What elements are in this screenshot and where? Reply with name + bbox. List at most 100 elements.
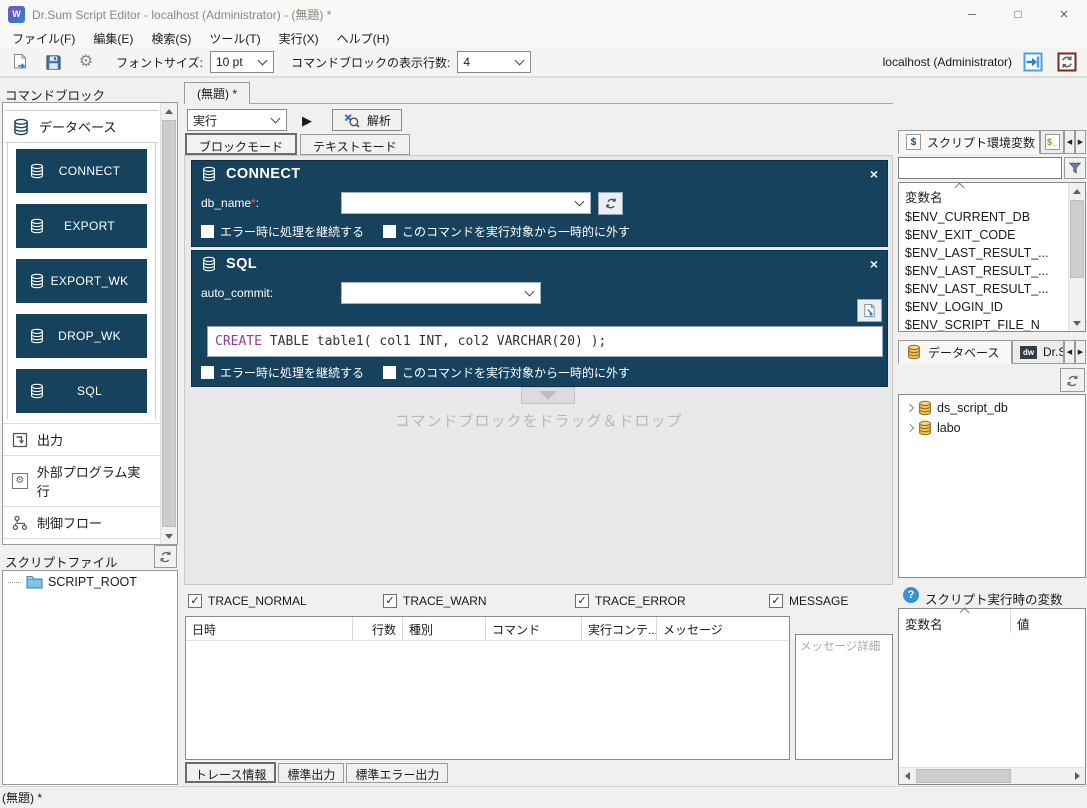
sql-command-block[interactable]: SQL × auto_commit: $_SQL_AUTO_COMMIT_ON …: [191, 250, 888, 387]
scroll-up-icon[interactable]: [1069, 183, 1085, 199]
runtime-vars-table[interactable]: 変数名 値: [898, 608, 1086, 785]
menu-search[interactable]: 検索(S): [142, 28, 200, 49]
scroll-right-icon[interactable]: [1069, 768, 1085, 784]
tab-scroll-right-button[interactable]: ▶: [1075, 340, 1086, 364]
expander-icon[interactable]: [906, 404, 914, 412]
reconnect-button[interactable]: [1020, 50, 1046, 74]
tab-block-mode[interactable]: ブロックモード: [185, 133, 297, 155]
font-size-select[interactable]: 10 pt: [210, 51, 274, 73]
db-name-select[interactable]: "ds_script_db": [341, 192, 591, 214]
section-control-flow[interactable]: 制御フロー: [3, 506, 160, 538]
trace-normal-checkbox[interactable]: ✓ TRACE_NORMAL: [188, 594, 307, 608]
sql-preview-button[interactable]: [857, 299, 882, 322]
env-var-item[interactable]: $ENV_LOGIN_ID: [899, 298, 1068, 316]
env-var-item[interactable]: $ENV_EXIT_CODE: [899, 226, 1068, 244]
expander-icon[interactable]: [906, 424, 914, 432]
database-tree[interactable]: ds_script_db labo: [898, 394, 1086, 578]
command-block-button-drop-wk[interactable]: DROP_WK: [16, 314, 147, 358]
menu-help[interactable]: ヘルプ(H): [328, 28, 399, 49]
column-header-command[interactable]: コマンド: [486, 617, 582, 640]
command-block-button-export[interactable]: EXPORT: [16, 204, 147, 248]
block-canvas[interactable]: CONNECT × db_name*: "ds_script_db": [184, 155, 893, 585]
continue-on-error-checkbox[interactable]: エラー時に処理を継続する: [201, 364, 383, 381]
tab-scroll-left-button[interactable]: ◀: [1064, 130, 1075, 154]
scroll-left-icon[interactable]: [899, 768, 915, 784]
message-detail-textarea[interactable]: メッセージ詳細: [795, 634, 893, 760]
close-icon[interactable]: ×: [870, 167, 878, 181]
column-header-line-count[interactable]: 行数: [353, 617, 403, 640]
env-var-column-header[interactable]: 変数名: [899, 183, 1068, 208]
scrollbar-thumb[interactable]: [162, 120, 176, 527]
sql-code-editor[interactable]: CREATE TABLE table1( col1 INT, col2 VARC…: [207, 326, 883, 357]
env-var-filter-input[interactable]: [898, 157, 1062, 179]
maximize-button[interactable]: □: [995, 0, 1041, 28]
tab-trace-info[interactable]: トレース情報: [185, 762, 276, 783]
block-rows-select[interactable]: 4: [457, 51, 531, 73]
menu-run[interactable]: 実行(X): [270, 28, 328, 49]
tab-stdout[interactable]: 標準出力: [278, 763, 344, 783]
column-header-datetime[interactable]: 日時: [186, 617, 353, 640]
analyze-button[interactable]: 解析: [332, 109, 402, 131]
scrollbar-thumb[interactable]: [1070, 200, 1084, 278]
section-script-function[interactable]: </> スクリプト機能: [3, 538, 160, 544]
column-header-message[interactable]: メッセージ: [657, 617, 789, 640]
session-refresh-button[interactable]: [1054, 50, 1080, 74]
scrollbar-thumb[interactable]: [916, 769, 1011, 783]
tab-text-mode[interactable]: テキストモード: [300, 134, 410, 155]
tab-stderr[interactable]: 標準エラー出力: [346, 763, 448, 783]
scroll-up-icon[interactable]: [161, 103, 177, 119]
tab-drsum[interactable]: dw Dr.Su: [1012, 340, 1064, 364]
exclude-command-checkbox[interactable]: このコマンドを実行対象から一時的に外す: [383, 364, 630, 381]
tab-databases[interactable]: データベース: [898, 340, 1012, 364]
tab-scroll-left-button[interactable]: ◀: [1064, 340, 1075, 364]
database-refresh-button[interactable]: [1060, 368, 1085, 392]
minimize-button[interactable]: ─: [949, 0, 995, 28]
continue-on-error-checkbox[interactable]: エラー時に処理を継続する: [201, 223, 383, 240]
env-var-item[interactable]: $ENV_LAST_RESULT_...: [899, 262, 1068, 280]
env-var-item[interactable]: $ENV_LAST_RESULT_...: [899, 244, 1068, 262]
close-icon[interactable]: ×: [870, 257, 878, 271]
env-var-item[interactable]: $ENV_CURRENT_DB: [899, 208, 1068, 226]
command-block-scrollbar[interactable]: [160, 103, 177, 544]
save-button[interactable]: [40, 50, 66, 74]
close-button[interactable]: ×: [1041, 0, 1087, 28]
menu-file[interactable]: ファイル(F): [3, 28, 84, 49]
runtime-vars-hscrollbar[interactable]: [899, 767, 1085, 784]
section-external-program[interactable]: ⚙ 外部プログラム実行: [3, 455, 160, 506]
env-var-list[interactable]: 変数名 $ENV_CURRENT_DB $ENV_EXIT_CODE $ENV_…: [898, 182, 1086, 332]
section-output[interactable]: 出力: [3, 423, 160, 455]
exclude-command-checkbox[interactable]: このコマンドを実行対象から一時的に外す: [383, 223, 630, 240]
column-header-type[interactable]: 種別: [403, 617, 486, 640]
message-checkbox[interactable]: ✓ MESSAGE: [769, 594, 848, 608]
connect-command-block[interactable]: CONNECT × db_name*: "ds_script_db": [191, 160, 888, 247]
env-var-item[interactable]: $ENV_SCRIPT_FILE_N: [899, 316, 1068, 331]
env-var-scrollbar[interactable]: [1068, 183, 1085, 331]
trace-log-table[interactable]: 日時 行数 種別 コマンド 実行コンテ... メッセージ: [185, 616, 790, 760]
new-script-button[interactable]: [7, 50, 33, 74]
auto-commit-select[interactable]: $_SQL_AUTO_COMMIT_ON: [341, 282, 541, 304]
tab-script-env-vars[interactable]: $ スクリプト環境変数: [898, 130, 1040, 154]
tree-item-script-root[interactable]: SCRIPT_ROOT: [8, 575, 172, 589]
tree-item-database[interactable]: ds_script_db: [901, 398, 1083, 418]
trace-error-checkbox[interactable]: ✓ TRACE_ERROR: [575, 594, 686, 608]
settings-button[interactable]: ⚙: [73, 50, 99, 74]
column-header-var-value[interactable]: 値: [1011, 609, 1085, 633]
script-files-refresh-button[interactable]: [154, 545, 177, 568]
tree-item-database[interactable]: labo: [901, 418, 1083, 438]
help-icon[interactable]: ?: [903, 587, 919, 603]
scroll-down-icon[interactable]: [1069, 315, 1085, 331]
menu-edit[interactable]: 編集(E): [84, 28, 142, 49]
scroll-down-icon[interactable]: [161, 528, 177, 544]
env-var-item[interactable]: $ENV_LAST_RESULT_...: [899, 280, 1068, 298]
run-mode-select[interactable]: 実行: [187, 109, 287, 131]
document-tab-untitled[interactable]: (無題) *: [184, 82, 250, 104]
tab-scroll-right-button[interactable]: ▶: [1075, 130, 1086, 154]
command-block-button-export-wk[interactable]: EXPORT_WK: [16, 259, 147, 303]
menu-tools[interactable]: ツール(T): [200, 28, 269, 49]
column-header-exec-context[interactable]: 実行コンテ...: [582, 617, 657, 640]
column-header-var-name[interactable]: 変数名: [899, 609, 1011, 633]
tab-user-vars[interactable]: $_: [1040, 130, 1064, 154]
command-block-button-sql[interactable]: SQL: [16, 369, 147, 413]
command-block-button-connect[interactable]: CONNECT: [16, 149, 147, 193]
section-database[interactable]: データベース: [3, 111, 160, 142]
